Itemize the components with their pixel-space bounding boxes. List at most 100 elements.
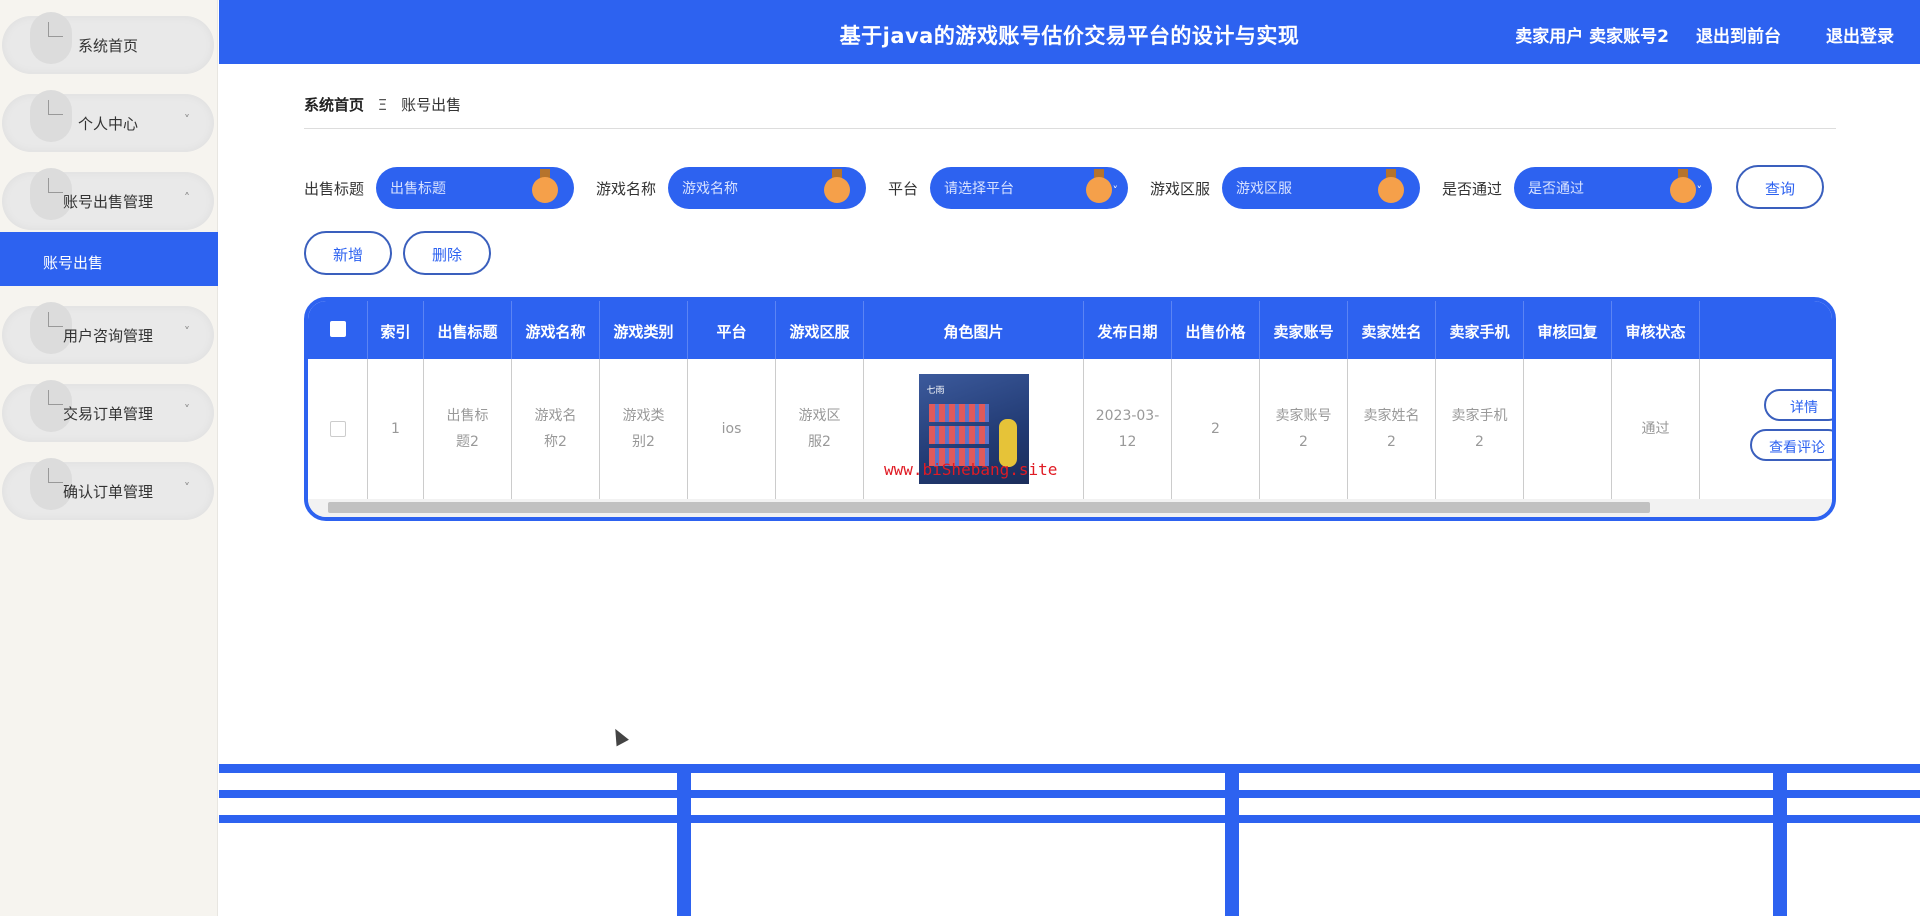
cell-role-image: 七雨 www.biShebang.site xyxy=(864,359,1084,499)
sidebar-item-label: 交易订单管理 xyxy=(62,405,153,423)
column-header: 卖家姓名 xyxy=(1348,301,1436,359)
header-bar: 基于java的游戏账号估价交易平台的设计与实现 卖家用户 卖家账号2 退出到前台… xyxy=(219,0,1920,64)
delete-button[interactable]: 删除 xyxy=(403,231,491,275)
back-to-front-link[interactable]: 退出到前台 xyxy=(1696,22,1781,47)
filter-label-approved: 是否通过 xyxy=(1442,180,1503,198)
sidebar-item-consult[interactable]: 用户咨询管理 ˅ xyxy=(2,302,214,364)
sidebar: 系统首页 个人中心 ˅ 账号出售管理 ˄ 账号出售 用户咨询管理 ˅ 交易订单管… xyxy=(0,0,218,916)
sidebar-item-label: 系统首页 xyxy=(77,37,138,55)
horizontal-scrollbar[interactable] xyxy=(308,499,1832,517)
cell-seller-name: 卖家姓名2 xyxy=(1348,359,1436,499)
chevron-down-icon: ˅ xyxy=(184,325,190,339)
column-header: 卖家账号 xyxy=(1260,301,1348,359)
row-select-cell[interactable] xyxy=(308,359,368,499)
breadcrumb: 系统首页 Ξ 账号出售 xyxy=(304,94,461,115)
footer-decoration xyxy=(219,760,1920,916)
column-header: 审核回复 xyxy=(1524,301,1612,359)
row-checkbox[interactable] xyxy=(329,421,346,437)
table-row: 1 出售标题2 游戏名称2 游戏类别2 ios 游戏区服2 七雨 www.biS… xyxy=(308,359,1832,499)
chevron-down-icon: ˅ xyxy=(184,481,190,495)
data-table: 索引 出售标题 游戏名称 游戏类别 平台 游戏区服 角色图片 发布日期 出售价格… xyxy=(304,297,1836,521)
cell-seller-phone: 卖家手机2 xyxy=(1436,359,1524,499)
cell-price: 2 xyxy=(1172,359,1260,499)
breadcrumb-home[interactable]: 系统首页 xyxy=(304,96,364,114)
watermark-text: www.biShebang.site xyxy=(884,460,1058,479)
title-input[interactable]: 出售标题 xyxy=(376,167,574,209)
column-header: 索引 xyxy=(368,301,424,359)
chevron-down-icon: ˅ xyxy=(184,403,190,417)
column-header: 平台 xyxy=(688,301,776,359)
sidebar-item-home[interactable]: 系统首页 xyxy=(2,12,214,74)
column-header: 角色图片 xyxy=(864,301,1084,359)
breadcrumb-separator-icon: Ξ xyxy=(377,96,388,114)
filter-label-title: 出售标题 xyxy=(304,180,365,198)
cell-date: 2023-03-12 xyxy=(1084,359,1172,499)
divider xyxy=(304,128,1836,129)
column-header: 发布日期 xyxy=(1084,301,1172,359)
title-input-placeholder: 出售标题 xyxy=(390,181,446,197)
sidebar-item-personal[interactable]: 个人中心 ˅ xyxy=(2,90,214,152)
cell-review-reply xyxy=(1524,359,1612,499)
select-all-checkbox[interactable] xyxy=(329,321,346,337)
column-header: 出售价格 xyxy=(1172,301,1260,359)
chevron-down-icon: ˅ xyxy=(184,113,190,127)
deco-post xyxy=(677,768,691,916)
server-input[interactable]: 游戏区服 xyxy=(1222,167,1420,209)
column-header: 审核状态 xyxy=(1612,301,1700,359)
column-header: 游戏类别 xyxy=(600,301,688,359)
mouse-cursor-icon xyxy=(609,725,629,747)
knob-icon xyxy=(532,169,558,205)
approved-select-placeholder: 是否通过 xyxy=(1528,181,1584,197)
search-button[interactable]: 查询 xyxy=(1736,165,1824,209)
cell-title: 出售标题2 xyxy=(424,359,512,499)
sidebar-item-label: 个人中心 xyxy=(77,115,138,133)
deco-post xyxy=(1773,768,1787,916)
cell-platform: ios xyxy=(688,359,776,499)
knob-icon xyxy=(1378,169,1404,205)
detail-button[interactable]: 详情 xyxy=(1764,389,1832,421)
sidebar-item-label: 用户咨询管理 xyxy=(62,327,153,345)
table-header: 索引 出售标题 游戏名称 游戏类别 平台 游戏区服 角色图片 发布日期 出售价格… xyxy=(308,301,1832,359)
deco-line xyxy=(219,815,1920,823)
sidebar-item-orders[interactable]: 交易订单管理 ˅ xyxy=(2,380,214,442)
logout-link[interactable]: 退出登录 xyxy=(1826,22,1894,47)
approved-select[interactable]: 是否通过 ˅ xyxy=(1514,167,1712,209)
column-header: 游戏区服 xyxy=(776,301,864,359)
cell-game-type: 游戏类别2 xyxy=(600,359,688,499)
cell-seller-account: 卖家账号2 xyxy=(1260,359,1348,499)
sidebar-item-label: 账号出售管理 xyxy=(62,193,153,211)
server-input-placeholder: 游戏区服 xyxy=(1236,181,1292,197)
platform-select[interactable]: 请选择平台 ˅ xyxy=(930,167,1128,209)
knob-icon: ˅ xyxy=(1086,169,1118,205)
deco-post xyxy=(1225,768,1239,916)
sidebar-item-label: 确认订单管理 xyxy=(62,483,153,501)
filter-label-server: 游戏区服 xyxy=(1150,180,1211,198)
chevron-down-icon: ˅ xyxy=(1112,184,1119,197)
filter-label-game-name: 游戏名称 xyxy=(596,180,657,198)
column-header: 游戏名称 xyxy=(512,301,600,359)
knob-icon xyxy=(824,169,850,205)
platform-select-placeholder: 请选择平台 xyxy=(944,181,1014,197)
sidebar-item-account-sale[interactable]: 账号出售管理 ˄ xyxy=(2,168,214,230)
cell-game-name: 游戏名称2 xyxy=(512,359,600,499)
select-all-cell[interactable] xyxy=(308,301,368,359)
knob-icon: ˅ xyxy=(1670,169,1702,205)
deco-line xyxy=(219,764,1920,773)
cell-index: 1 xyxy=(368,359,424,499)
breadcrumb-current: 账号出售 xyxy=(401,96,462,114)
column-header: 出售标题 xyxy=(424,301,512,359)
cell-review-status: 通过 xyxy=(1612,359,1700,499)
scrollbar-thumb[interactable] xyxy=(328,502,1650,513)
deco-line xyxy=(219,790,1920,798)
filter-label-platform: 平台 xyxy=(888,180,919,198)
add-button[interactable]: 新增 xyxy=(304,231,392,275)
chevron-down-icon: ˅ xyxy=(1696,184,1703,197)
sidebar-item-confirm[interactable]: 确认订单管理 ˅ xyxy=(2,458,214,520)
cell-server: 游戏区服2 xyxy=(776,359,864,499)
thumbnail-caption: 七雨 xyxy=(926,386,945,396)
chevron-up-icon: ˄ xyxy=(184,191,190,205)
view-comments-button[interactable]: 查看评论 xyxy=(1750,429,1832,461)
sidebar-subitem-account-sale[interactable]: 账号出售 xyxy=(0,232,218,286)
game-name-input-placeholder: 游戏名称 xyxy=(682,181,738,197)
game-name-input[interactable]: 游戏名称 xyxy=(668,167,866,209)
